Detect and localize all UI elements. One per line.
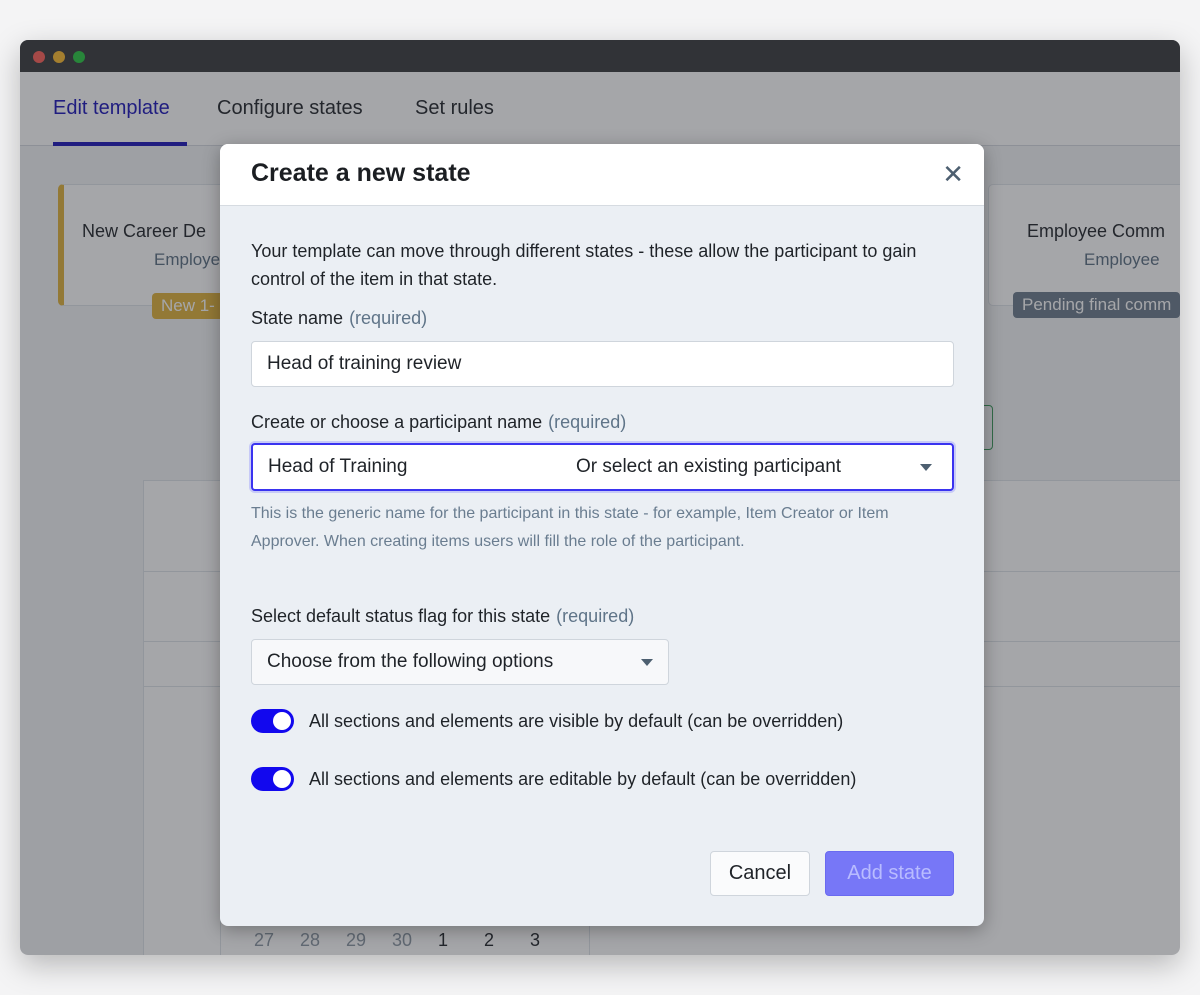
intro-text: Your template can move through different… <box>251 241 917 289</box>
state-name-label: State name (required) <box>251 308 428 328</box>
dialog-title: Create a new state <box>251 159 471 187</box>
add-state-button[interactable]: Add state <box>825 851 954 896</box>
participant-help: This is the generic name for the partici… <box>251 505 889 550</box>
status-flag-select[interactable]: Choose from the following options <box>251 639 669 685</box>
close-icon[interactable]: ✕ <box>942 160 964 188</box>
dialog-header: Create a new state ✕ <box>220 144 984 206</box>
visible-toggle[interactable] <box>251 709 294 733</box>
participant-label: Create or choose a participant name (requ… <box>251 412 627 432</box>
participant-input[interactable]: Head of Training Or select an existing p… <box>251 443 954 491</box>
existing-participant-select[interactable]: Or select an existing participant <box>576 456 841 478</box>
editable-toggle-label: All sections and elements are editable b… <box>309 769 857 789</box>
create-state-dialog: Create a new state ✕ Your template can m… <box>220 144 984 926</box>
status-flag-label: Select default status flag for this stat… <box>251 606 635 626</box>
editable-toggle[interactable] <box>251 767 294 791</box>
state-name-input[interactable]: Head of training review <box>251 341 954 387</box>
participant-value: Head of Training <box>268 456 408 477</box>
cancel-button[interactable]: Cancel <box>710 851 810 896</box>
caret-down-icon <box>641 659 653 666</box>
visible-toggle-label: All sections and elements are visible by… <box>309 711 844 731</box>
caret-down-icon[interactable] <box>920 464 932 471</box>
